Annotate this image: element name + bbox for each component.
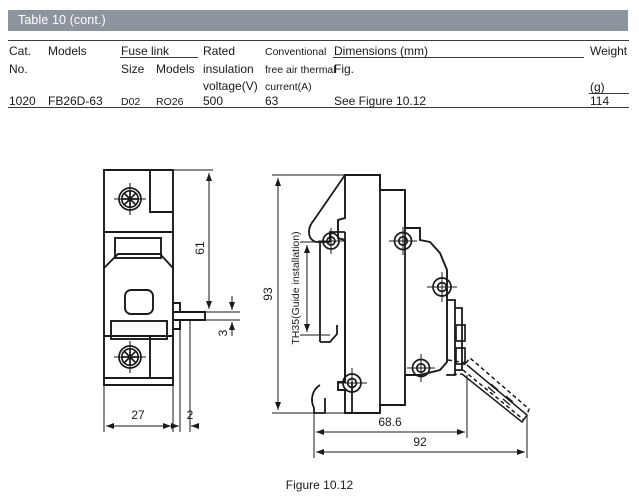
fuse-carrier-open-handle: [445, 356, 530, 424]
fuse-carrier-knob: [114, 237, 162, 259]
header-cat-no-line1: Cat.: [9, 44, 32, 58]
dim-label-3: 3: [216, 329, 230, 336]
dim-label-93: 93: [261, 287, 275, 301]
dim-label-686: 68.6: [378, 415, 402, 429]
table-caption-bar: Table 10 (cont.): [8, 10, 628, 31]
din-rail-groove: [319, 232, 346, 382]
table-top-rule: [8, 40, 629, 41]
header-conventional-line1: Conventional: [265, 46, 327, 58]
row-dimensions: See Figure 10.12: [334, 94, 427, 108]
vent-slot-upper: [455, 324, 466, 342]
dim-label-27: 27: [131, 408, 145, 422]
header-fuse-link-size: Size: [121, 62, 145, 76]
side-view-body: [337, 174, 448, 414]
header-models: Models: [48, 44, 87, 58]
header-weight-unit: (g): [590, 80, 605, 94]
dim-label-61: 61: [193, 241, 207, 255]
header-rated-line2: insulation: [203, 62, 254, 76]
side-screw-2: [389, 227, 417, 255]
header-cat-no-line2: No.: [9, 62, 28, 76]
indicator-window: [124, 289, 154, 315]
row-cat-no: 1020: [9, 94, 36, 108]
dim-side-height-93: [272, 174, 345, 414]
front-view-mounting-lug: [173, 302, 206, 330]
table-caption-label: Table 10 (cont.): [18, 13, 106, 27]
terminal-screw-bottom: [114, 341, 146, 373]
side-screw-5: [337, 368, 367, 398]
front-view-body: [103, 169, 174, 386]
header-weight: Weight: [590, 44, 628, 58]
row-fuse-models: RO26: [156, 96, 184, 108]
row-fuse-size: D02: [121, 96, 141, 108]
header-dimensions-fig: Fig.: [334, 62, 355, 76]
din-rail-clip-upper: [308, 174, 346, 243]
dim-label-92: 92: [413, 435, 427, 449]
dim-label-th35: TH35(Guide installation): [290, 231, 302, 344]
header-conventional-line2: free air thermal: [265, 64, 336, 76]
side-screw-3: [427, 272, 457, 302]
row-weight: 114: [590, 94, 610, 108]
figure-10-12-svg: 61 3 27 2 93 TH35(Guide installation) 68…: [103, 169, 530, 458]
header-rated-line1: Rated: [203, 44, 236, 58]
din-rail-foot-lower: [311, 384, 326, 414]
header-fuse-link-group: Fuse link: [121, 44, 170, 58]
header-conventional-line3: current(A): [265, 81, 312, 93]
header-dimensions-group: Dimensions (mm): [334, 44, 429, 58]
row-models: FB26D-63: [48, 94, 103, 108]
figure-caption: Figure 10.12: [285, 478, 354, 492]
dim-side-th35: [300, 241, 330, 336]
dim-front-height-61: [173, 169, 213, 313]
row-thermal-current: 63: [265, 94, 279, 108]
header-fuse-link-models: Models: [156, 62, 195, 76]
terminal-screw-top: [114, 183, 146, 215]
header-rated-line3: voltage(V): [203, 79, 258, 93]
dim-label-2: 2: [187, 408, 194, 422]
side-screw-4: [407, 354, 435, 382]
row-rated-voltage: 500: [203, 94, 224, 108]
technical-drawing: 61 3 27 2 93 TH35(Guide installation) 68…: [0, 120, 639, 465]
